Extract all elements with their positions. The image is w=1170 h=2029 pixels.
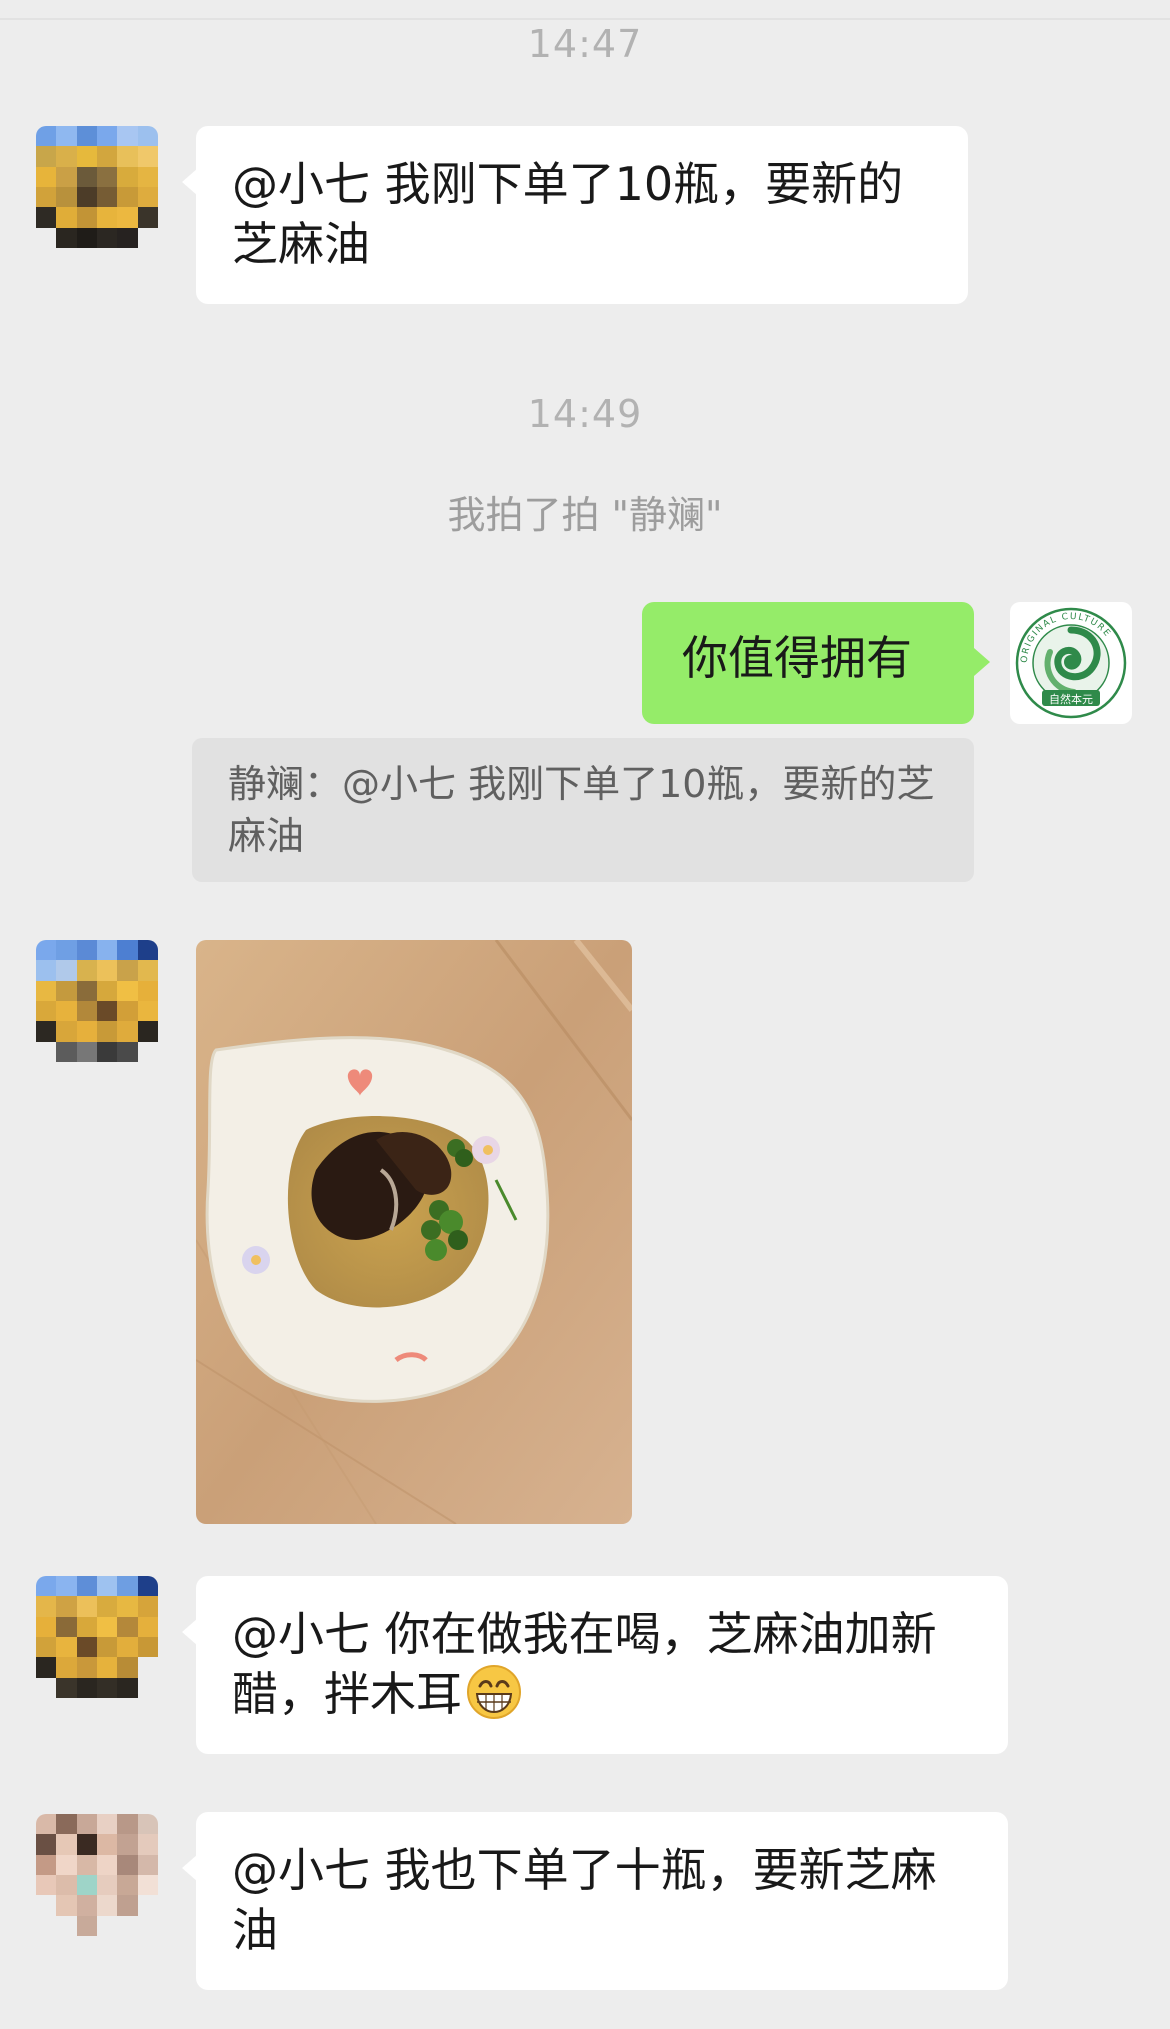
message-text: @小七 我刚下单了10瓶，要新的芝麻油 xyxy=(232,157,904,271)
message-bubble[interactable]: @小七 我也下单了十瓶，要新芝麻油 xyxy=(182,1812,1008,1990)
message-text: @小七 你在做我在喝，芝麻油加新醋，拌木耳 xyxy=(232,1607,937,1721)
top-divider xyxy=(0,18,1170,20)
avatar[interactable] xyxy=(36,940,158,1062)
my-message-bubble[interactable]: 你值得拥有 xyxy=(642,602,990,724)
timestamp: 14:47 xyxy=(527,22,643,66)
pat-notice: 我拍了拍 "静斓" xyxy=(447,493,723,537)
quoted-message[interactable]: 静斓：@小七 我刚下单了10瓶，要新的芝麻油 xyxy=(192,738,974,882)
svg-text:自然本元: 自然本元 xyxy=(1049,692,1093,706)
avatar[interactable] xyxy=(36,1576,158,1698)
grinning-face-emoji-icon xyxy=(467,1665,521,1719)
quote-text: 静斓：@小七 我刚下单了10瓶，要新的芝麻油 xyxy=(228,762,935,858)
food-photo[interactable] xyxy=(196,940,632,1524)
brand-logo-icon: ORIGINAL CULTURE 自然本元 xyxy=(1015,607,1127,719)
avatar[interactable] xyxy=(36,126,158,248)
avatar[interactable] xyxy=(36,1814,158,1936)
message-text: @小七 我也下单了十瓶，要新芝麻油 xyxy=(232,1843,937,1957)
my-avatar[interactable]: ORIGINAL CULTURE 自然本元 xyxy=(1010,602,1132,724)
timestamp: 14:49 xyxy=(527,392,643,436)
photo-image xyxy=(196,940,632,1524)
message-bubble[interactable]: @小七 你在做我在喝，芝麻油加新醋，拌木耳 xyxy=(182,1576,1008,1754)
message-bubble[interactable]: @小七 我刚下单了10瓶，要新的芝麻油 xyxy=(182,126,968,304)
message-text: 你值得拥有 xyxy=(682,631,912,685)
